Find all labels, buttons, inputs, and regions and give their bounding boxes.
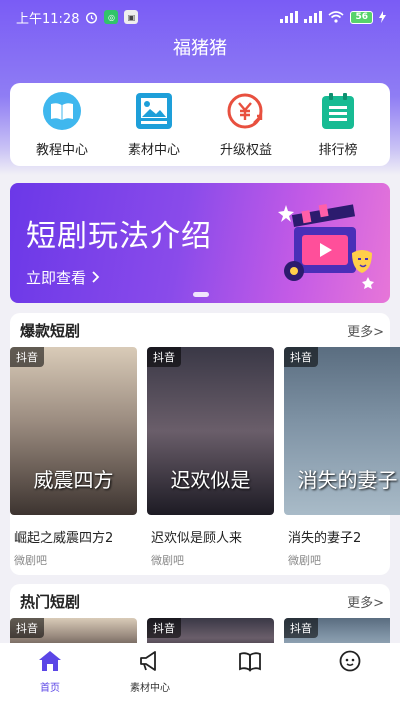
signal-icon bbox=[280, 11, 299, 23]
battery-indicator: 56 bbox=[350, 10, 373, 24]
signal-icon-2 bbox=[304, 11, 323, 23]
calendar-list-icon bbox=[318, 91, 358, 131]
platform-tag: 抖音 bbox=[147, 618, 181, 638]
drama-poster: 抖音 消失的妻子 bbox=[284, 347, 400, 515]
drama-source: 微剧吧 bbox=[14, 554, 47, 567]
drama-card[interactable]: 抖音 消失的妻子 消失的妻子2 微剧吧 bbox=[284, 347, 400, 568]
tab-home[interactable]: 首页 bbox=[5, 649, 95, 694]
platform-tag: 抖音 bbox=[284, 618, 318, 638]
section-header: 爆款短剧 更多> bbox=[10, 313, 390, 347]
shortcut-label: 教程中心 bbox=[35, 143, 88, 158]
drama-name: 崛起之威震四方2 bbox=[14, 531, 114, 546]
more-link[interactable]: 更多> bbox=[347, 592, 384, 611]
drama-name: 迟欢似是顾人来 bbox=[151, 531, 243, 546]
poster-title-art: 迟欢似是 bbox=[170, 468, 251, 492]
drama-name: 消失的妻子2 bbox=[288, 531, 362, 546]
carousel-indicator bbox=[193, 292, 209, 297]
tab-profile[interactable] bbox=[305, 649, 395, 679]
tab-tutorial[interactable] bbox=[205, 649, 295, 679]
poster-title-art: 威震四方 bbox=[33, 468, 114, 492]
shortcut-upgrade-benefits[interactable]: 升级权益 bbox=[203, 91, 289, 158]
shortcut-label: 排行榜 bbox=[318, 143, 358, 158]
profile-face-icon bbox=[338, 649, 362, 673]
home-icon bbox=[38, 649, 62, 673]
drama-source: 微剧吧 bbox=[288, 554, 321, 567]
upgrade-yen-icon bbox=[226, 91, 266, 131]
shortcut-tutorial-center[interactable]: 教程中心 bbox=[19, 91, 105, 158]
promo-banner[interactable]: 短剧玩法介绍 立即查看 bbox=[10, 183, 390, 303]
shortcut-label: 升级权益 bbox=[219, 143, 272, 158]
shortcut-leaderboard[interactable]: 排行榜 bbox=[295, 91, 381, 158]
status-bar: 上午11:28 ◎ ▣ 56 bbox=[0, 0, 400, 34]
app-notification-icon-2: ▣ bbox=[124, 10, 139, 24]
drama-poster: 抖音 威震四方 bbox=[10, 347, 137, 515]
banner-link-label: 立即查看 bbox=[26, 269, 87, 287]
drama-card[interactable]: 抖音 威震四方 崛起之威震四方2 微剧吧 bbox=[10, 347, 137, 568]
drama-source: 微剧吧 bbox=[151, 554, 184, 567]
platform-tag: 抖音 bbox=[147, 347, 181, 367]
shortcut-material-center[interactable]: 素材中心 bbox=[111, 91, 197, 158]
clapperboard-illustration-icon bbox=[276, 191, 386, 299]
section-header: 热门短剧 更多> bbox=[10, 584, 390, 618]
alarm-icon bbox=[85, 11, 98, 24]
megaphone-icon bbox=[138, 649, 162, 673]
platform-tag: 抖音 bbox=[10, 618, 44, 638]
status-right: 56 bbox=[280, 10, 386, 24]
poster-title-art: 消失的妻子 bbox=[297, 468, 398, 492]
drama-card-list: 抖音 威震四方 崛起之威震四方2 微剧吧 抖音 迟欢似是 迟欢似是顾人来 微剧吧… bbox=[10, 347, 400, 568]
wifi-icon bbox=[328, 11, 344, 23]
status-time: 上午11:28 bbox=[16, 11, 80, 27]
section-title: 爆款短剧 bbox=[20, 321, 81, 340]
more-link[interactable]: 更多> bbox=[347, 321, 384, 340]
shortcut-card: 教程中心 素材中心 升级权益 排行榜 bbox=[10, 83, 390, 166]
tab-label: 首页 bbox=[40, 683, 60, 694]
drama-poster: 抖音 迟欢似是 bbox=[147, 347, 274, 515]
tab-label: 素材中心 bbox=[130, 683, 170, 694]
tab-material-center[interactable]: 素材中心 bbox=[105, 649, 195, 694]
hot-dramas-section: 爆款短剧 更多> 抖音 威震四方 崛起之威震四方2 微剧吧 抖音 迟欢似是 迟欢… bbox=[10, 313, 400, 575]
bottom-tab-bar: 首页 素材中心 bbox=[0, 643, 400, 711]
drama-card[interactable]: 抖音 迟欢似是 迟欢似是顾人来 微剧吧 bbox=[147, 347, 274, 568]
shortcut-label: 素材中心 bbox=[127, 143, 180, 158]
status-left: 上午11:28 ◎ ▣ bbox=[16, 8, 139, 27]
app-notification-icon: ◎ bbox=[104, 10, 119, 24]
book-open-icon bbox=[238, 649, 262, 673]
app-title: 福猪猪 bbox=[173, 38, 227, 59]
chevron-right-icon bbox=[92, 269, 100, 287]
image-icon bbox=[134, 91, 174, 131]
banner-title: 短剧玩法介绍 bbox=[26, 219, 212, 254]
charging-icon bbox=[379, 11, 386, 23]
section-title: 热门短剧 bbox=[20, 592, 81, 611]
platform-tag: 抖音 bbox=[284, 347, 318, 367]
platform-tag: 抖音 bbox=[10, 347, 44, 367]
banner-view-now-link[interactable]: 立即查看 bbox=[26, 267, 100, 288]
book-icon bbox=[42, 91, 82, 131]
